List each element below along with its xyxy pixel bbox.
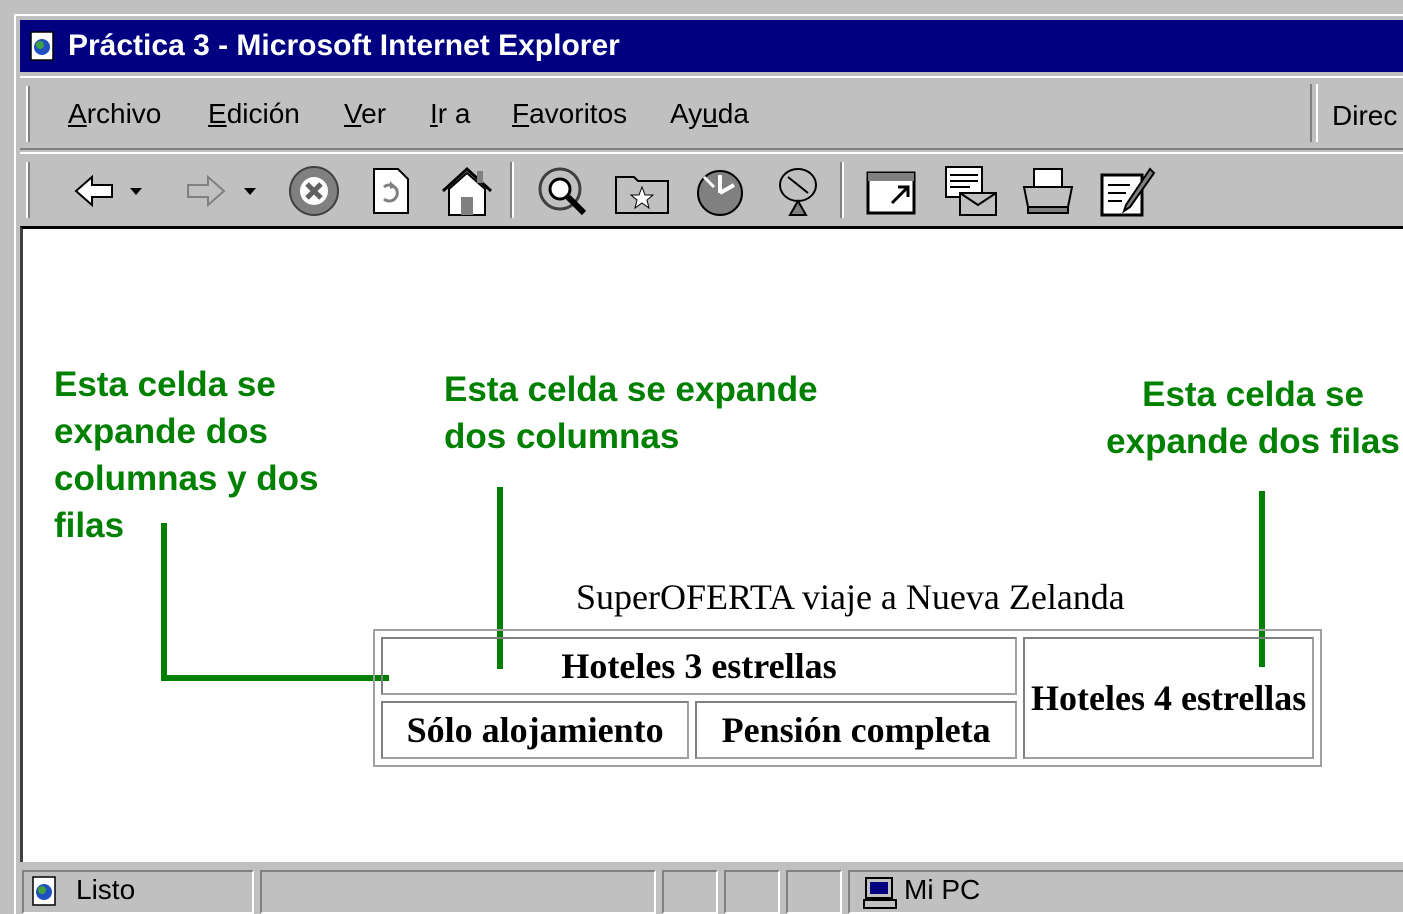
- print-icon: [1022, 168, 1074, 214]
- status-panel-zone: Mi PC: [848, 870, 1403, 914]
- back-button[interactable]: [70, 162, 154, 220]
- menu-favoritos[interactable]: Favoritos: [512, 98, 627, 130]
- menu-ir-a[interactable]: Ir a: [430, 98, 470, 130]
- cell-hoteles-3-estrellas: Hoteles 3 estrellas: [381, 637, 1017, 695]
- toolbar-grip[interactable]: [26, 162, 30, 218]
- status-bar: Listo Mi PC: [20, 864, 1403, 914]
- menu-ayuda[interactable]: Ayuda: [670, 98, 749, 130]
- home-icon: [441, 166, 493, 216]
- mail-button[interactable]: [938, 162, 1002, 220]
- refresh-icon: [373, 168, 409, 214]
- menubar-grip[interactable]: [26, 86, 30, 142]
- print-button[interactable]: [1016, 162, 1080, 220]
- favorites-button[interactable]: [610, 162, 674, 220]
- page-status-icon: [30, 876, 60, 913]
- channels-button[interactable]: [766, 162, 830, 220]
- zone-text: Mi PC: [904, 874, 981, 905]
- annotation-left: Esta celda se expande dos columnas y dos…: [54, 365, 319, 545]
- cell-pension-completa: Pensión completa: [695, 701, 1017, 759]
- fullscreen-icon: [866, 171, 916, 215]
- title-bar: Práctica 3 - Microsoft Internet Explorer: [20, 20, 1403, 72]
- back-icon: [74, 174, 142, 208]
- table-caption: SuperOFERTA viaje a Nueva Zelanda: [576, 577, 1125, 617]
- standard-toolbar: [20, 152, 1403, 228]
- status-panel-3: [786, 870, 842, 914]
- address-label: Direc: [1332, 100, 1398, 131]
- search-button[interactable]: [532, 162, 596, 220]
- offer-table: Hoteles 3 estrellas Hoteles 4 estrellas …: [373, 629, 1323, 767]
- search-icon: [538, 167, 587, 216]
- ie-page-icon: [28, 31, 58, 61]
- refresh-button[interactable]: [360, 162, 420, 220]
- edit-icon: [1100, 167, 1156, 217]
- fullscreen-button[interactable]: [860, 162, 924, 220]
- cell-solo-alojamiento: Sólo alojamiento: [381, 701, 690, 759]
- window-title: Práctica 3 - Microsoft Internet Explorer: [68, 29, 620, 62]
- forward-button[interactable]: [180, 162, 264, 220]
- menu-bar: Archivo Edición Ver Ir a Favoritos Ayuda…: [20, 76, 1403, 150]
- cell-hoteles-4-estrellas: Hoteles 4 estrellas: [1023, 637, 1315, 759]
- computer-icon: [862, 876, 898, 914]
- status-panel-progress: [260, 870, 656, 914]
- browser-window: Práctica 3 - Microsoft Internet Explorer…: [14, 14, 1403, 914]
- home-button[interactable]: [434, 162, 500, 220]
- stop-icon: [289, 166, 339, 216]
- status-panel-main: Listo: [22, 870, 254, 914]
- history-button[interactable]: [688, 162, 752, 220]
- mail-icon: [945, 166, 997, 216]
- stop-button[interactable]: [284, 162, 344, 220]
- edit-button[interactable]: [1094, 162, 1158, 220]
- page-content: Esta celda se expande dos columnas y dos…: [20, 226, 1403, 862]
- channels-icon: [779, 168, 817, 216]
- annotation-middle: Esta celda se expande dos columnas: [444, 370, 818, 456]
- menu-archivo[interactable]: Archivo: [68, 98, 161, 130]
- annotation-right: Esta celda se expande dos filas: [1106, 375, 1400, 461]
- menu-edicion[interactable]: Edición: [208, 98, 300, 130]
- leader-line-left-horizontal: [161, 675, 389, 681]
- favorites-icon: [615, 176, 669, 214]
- history-icon: [697, 170, 743, 216]
- menu-ver[interactable]: Ver: [344, 98, 386, 130]
- status-text: Listo: [76, 874, 136, 905]
- address-bar[interactable]: Direc: [1310, 84, 1403, 142]
- status-panel-2: [724, 870, 780, 914]
- forward-icon: [187, 174, 256, 208]
- leader-line-left-vertical: [161, 523, 167, 679]
- status-panel-1: [662, 870, 718, 914]
